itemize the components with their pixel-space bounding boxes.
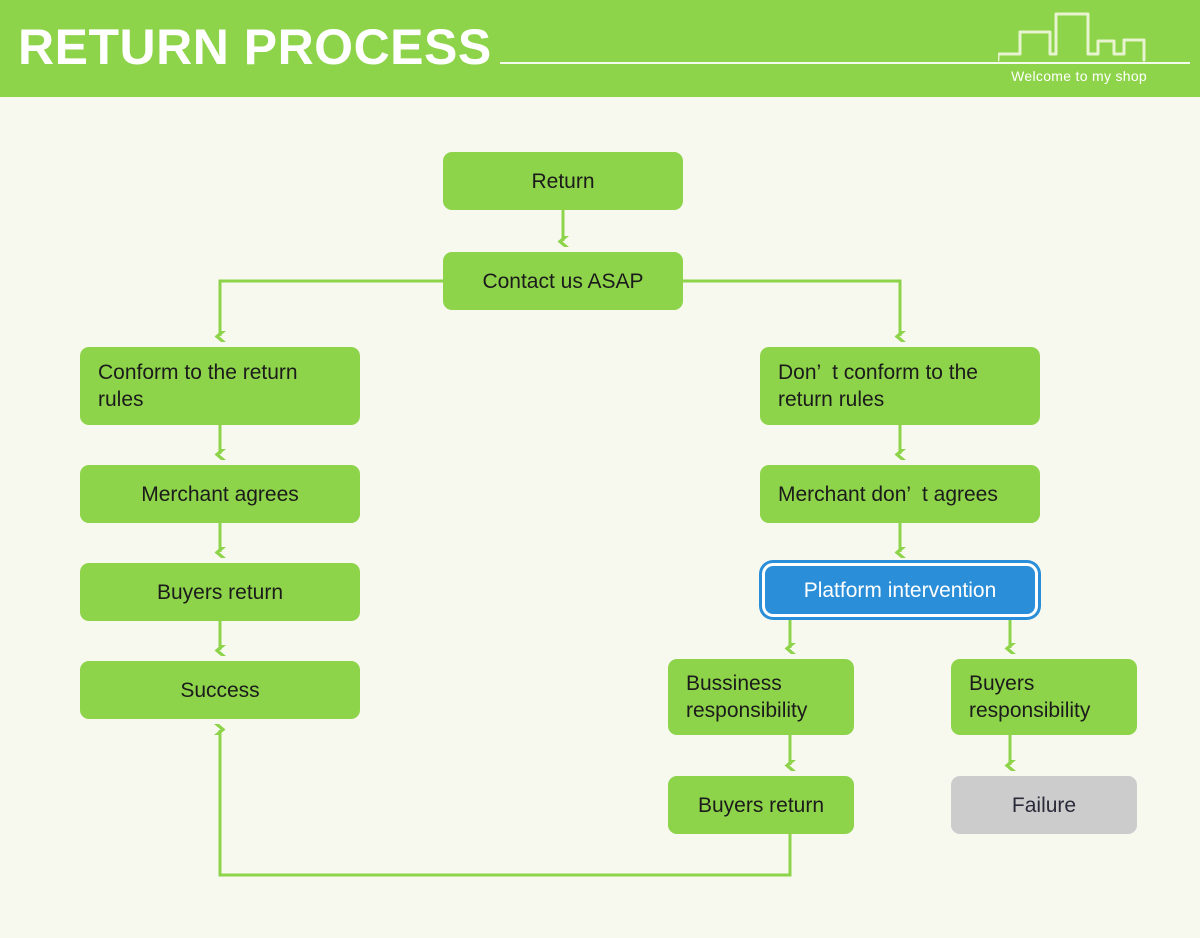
flowchart-canvas: Return Contact us ASAP Conform to the re… bbox=[0, 97, 1200, 938]
edge-contact-to-not-conform bbox=[683, 279, 906, 342]
node-buyers-return-left[interactable]: Buyers return bbox=[80, 563, 360, 621]
node-buyers-return-right[interactable]: Buyers return bbox=[668, 776, 854, 834]
edge-contact-to-conform bbox=[214, 279, 443, 342]
node-conform-to-return-rules[interactable]: Conform to the return rules bbox=[80, 347, 360, 425]
node-merchant-dont-agrees-label: Merchant don’ t agrees bbox=[778, 482, 998, 506]
node-merchant-agrees[interactable]: Merchant agrees bbox=[80, 465, 360, 523]
node-buyers-responsibility[interactable]: Buyers responsibility bbox=[951, 659, 1137, 735]
node-dont-conform-to-return-rules[interactable]: Don’ t conform to the return rules bbox=[760, 347, 1040, 425]
node-buyers-responsibility-label: Buyers responsibility bbox=[969, 672, 1091, 722]
node-success[interactable]: Success bbox=[80, 661, 360, 719]
node-buyers-return-left-label: Buyers return bbox=[156, 580, 284, 604]
node-buyers-return-right-label: Buyers return bbox=[697, 793, 825, 817]
node-dont-conform-to-return-rules-label: Don’ t conform to the return rules bbox=[778, 361, 984, 411]
page-title: RETURN PROCESS bbox=[18, 19, 492, 75]
node-platform-intervention-label: Platform intervention bbox=[803, 578, 997, 602]
node-contact-us-asap-label: Contact us ASAP bbox=[482, 269, 644, 293]
node-failure-label: Failure bbox=[1011, 793, 1077, 817]
node-return[interactable]: Return bbox=[443, 152, 683, 210]
node-contact-us-asap[interactable]: Contact us ASAP bbox=[443, 252, 683, 310]
title-underline-rule bbox=[500, 62, 1190, 64]
node-bussiness-responsibility[interactable]: Bussiness responsibility bbox=[668, 659, 854, 735]
node-return-label: Return bbox=[531, 169, 595, 193]
city-skyline-icon bbox=[998, 12, 1146, 62]
flowchart-page: RETURN PROCESS Welcome to my shop Return… bbox=[0, 0, 1200, 938]
node-success-label: Success bbox=[180, 678, 260, 702]
node-merchant-agrees-label: Merchant agrees bbox=[141, 482, 299, 506]
node-conform-to-return-rules-label: Conform to the return rules bbox=[98, 361, 304, 411]
node-merchant-dont-agrees[interactable]: Merchant don’ t agrees bbox=[760, 465, 1040, 523]
header-tagline: Welcome to my shop bbox=[1011, 68, 1147, 84]
node-failure[interactable]: Failure bbox=[951, 776, 1137, 834]
node-platform-intervention[interactable]: Platform intervention bbox=[762, 563, 1038, 617]
page-header: RETURN PROCESS Welcome to my shop bbox=[0, 0, 1200, 97]
node-bussiness-responsibility-label: Bussiness responsibility bbox=[686, 672, 808, 722]
